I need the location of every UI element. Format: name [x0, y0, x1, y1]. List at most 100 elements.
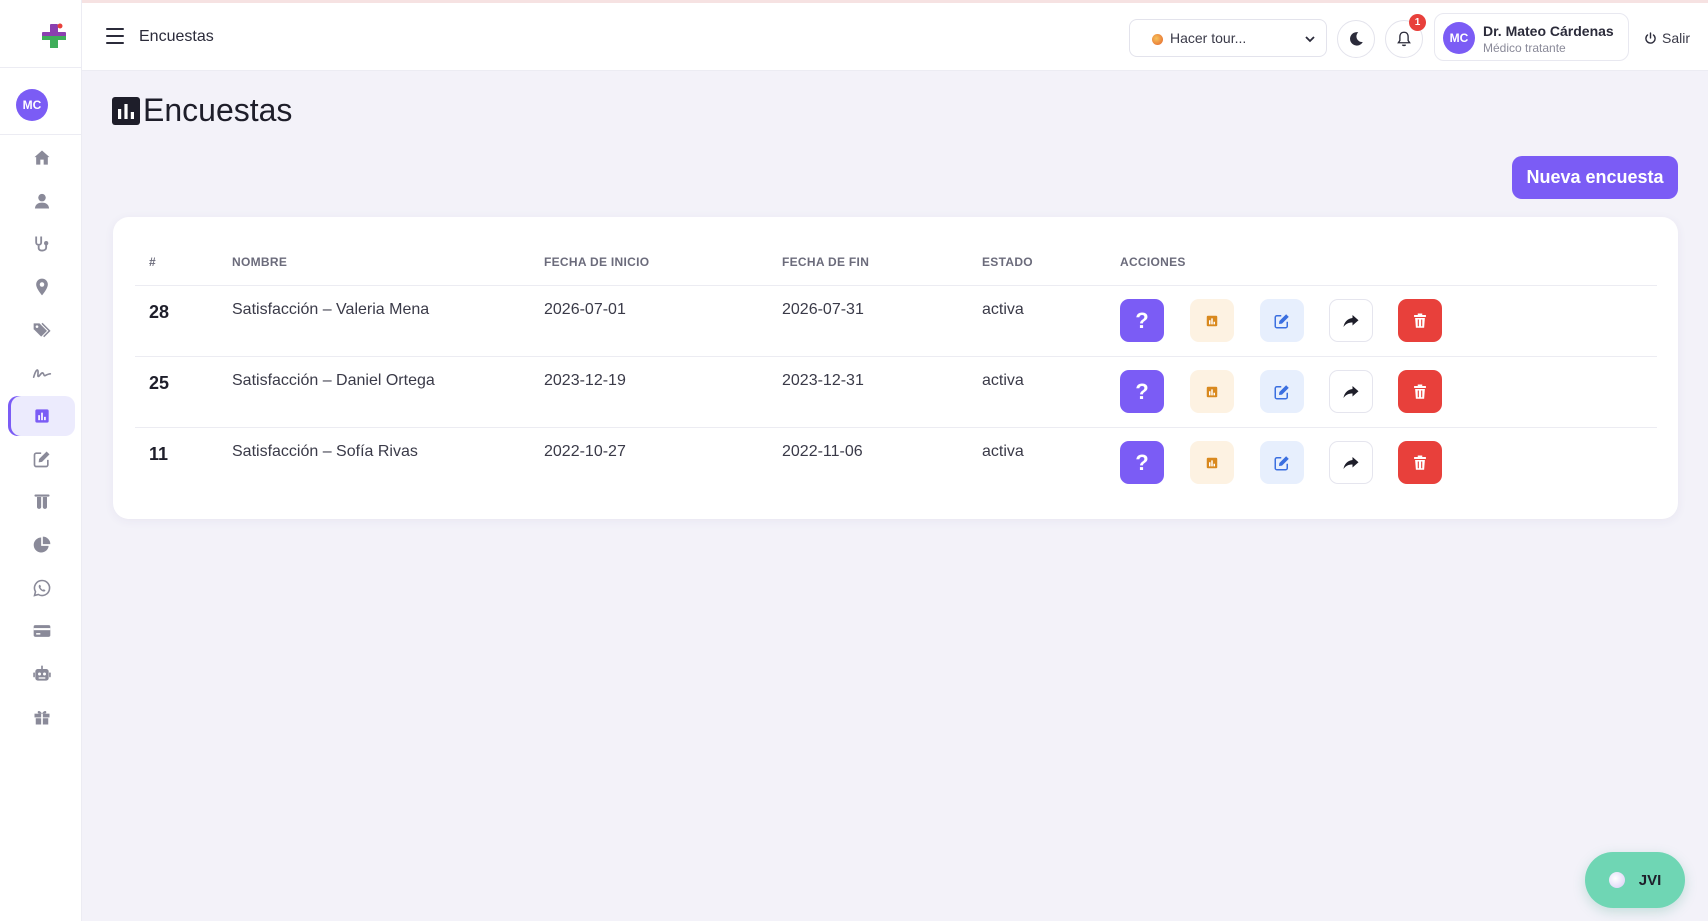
share-button[interactable]	[1329, 299, 1373, 342]
questions-button[interactable]: ?	[1120, 299, 1164, 342]
sidebar: MC	[0, 0, 82, 921]
sidebar-item-whatsapp[interactable]	[8, 568, 75, 608]
table-row: 11 Satisfacción – Sofía Rivas 2022-10-27…	[113, 428, 1678, 498]
share-icon	[1343, 456, 1359, 469]
surveys-table: # NOMBRE FECHA DE INICIO FECHA DE FIN ES…	[113, 217, 1678, 519]
chart-bar-icon	[1206, 315, 1218, 326]
chart-bar-icon	[1206, 457, 1218, 468]
sidebar-item-patients[interactable]	[8, 181, 75, 221]
sidebar-item-locations[interactable]	[8, 267, 75, 307]
edit-icon	[33, 451, 49, 468]
power-icon	[1645, 31, 1656, 44]
survey-id: 25	[149, 373, 170, 393]
delete-button[interactable]	[1398, 299, 1442, 342]
edit-button[interactable]	[1260, 370, 1304, 413]
survey-name: Satisfacción – Sofía Rivas	[232, 443, 418, 460]
delete-button[interactable]	[1398, 370, 1442, 413]
survey-start-date: 2026-07-01	[544, 301, 626, 318]
column-header-start: FECHA DE INICIO	[544, 255, 650, 269]
survey-name: Satisfacción – Daniel Ortega	[232, 372, 435, 389]
edit-button[interactable]	[1260, 441, 1304, 484]
tour-select-value: Hacer tour...	[1170, 30, 1247, 46]
stats-button[interactable]	[1190, 299, 1234, 342]
pie-chart-icon	[33, 536, 50, 553]
sidebar-item-forms[interactable]	[8, 439, 75, 479]
edit-button[interactable]	[1260, 299, 1304, 342]
questions-button[interactable]: ?	[1120, 441, 1164, 484]
edit-icon	[1274, 384, 1289, 399]
test-tubes-icon	[34, 494, 49, 509]
sidebar-item-lab[interactable]	[8, 482, 75, 522]
questions-button[interactable]: ?	[1120, 370, 1164, 413]
survey-id: 11	[149, 444, 169, 464]
dark-mode-toggle[interactable]	[1337, 20, 1375, 58]
survey-status: activa	[982, 443, 1024, 460]
table-row: 25 Satisfacción – Daniel Ortega 2023-12-…	[113, 357, 1678, 427]
credit-card-icon	[33, 625, 50, 637]
sidebar-item-gifts[interactable]	[8, 697, 75, 737]
sidebar-item-reports[interactable]	[8, 525, 75, 565]
stethoscope-icon	[34, 236, 48, 252]
assistant-chat-button[interactable]: JVI	[1585, 852, 1685, 908]
robot-icon	[32, 665, 51, 681]
chevron-down-icon	[1305, 36, 1315, 43]
sidebar-item-medical[interactable]	[8, 224, 75, 264]
edit-icon	[1274, 455, 1289, 470]
delete-button[interactable]	[1398, 441, 1442, 484]
page-title-text: Encuestas	[143, 92, 293, 128]
top-header: Encuestas Hacer tour... 1 MC Dr. Mateo C…	[82, 3, 1708, 71]
app-logo	[42, 23, 66, 48]
column-header-actions: ACCIONES	[1120, 255, 1186, 269]
column-header-name: NOMBRE	[232, 255, 288, 269]
survey-end-date: 2023-12-31	[782, 372, 864, 389]
logout-label: Salir	[1662, 30, 1691, 46]
signature-icon	[32, 369, 51, 378]
table-row: 28 Satisfacción – Valeria Mena 2026-07-0…	[113, 286, 1678, 356]
assistant-label: JVI	[1638, 871, 1662, 889]
hamburger-line	[106, 42, 124, 44]
header-title: Encuestas	[139, 28, 214, 45]
survey-name: Satisfacción – Valeria Mena	[232, 301, 430, 318]
hamburger-line	[106, 28, 124, 30]
sidebar-item-bot[interactable]	[8, 654, 75, 694]
sidebar-item-signature[interactable]	[8, 353, 75, 393]
sidebar-item-payments[interactable]	[8, 611, 75, 651]
survey-end-date: 2022-11-06	[782, 443, 863, 460]
share-icon	[1343, 385, 1359, 398]
notification-badge: 1	[1409, 14, 1426, 31]
survey-start-date: 2023-12-19	[544, 372, 626, 389]
survey-id: 28	[149, 302, 170, 322]
user-icon	[34, 193, 49, 209]
trash-icon	[1414, 384, 1426, 399]
column-header-end: FECHA DE FIN	[782, 255, 870, 269]
sidebar-item-home[interactable]	[8, 138, 75, 178]
survey-start-date: 2022-10-27	[544, 443, 626, 460]
tour-select[interactable]: Hacer tour...	[1129, 19, 1327, 57]
user-role: Médico tratante	[1483, 41, 1566, 55]
chart-bar-icon	[1206, 386, 1218, 397]
page-title: Encuestas	[112, 92, 292, 129]
chart-bar-icon	[34, 409, 49, 423]
menu-toggle-button[interactable]	[106, 28, 124, 44]
assistant-orb-icon	[1608, 872, 1625, 888]
sidebar-divider	[0, 134, 82, 135]
bell-icon	[1397, 31, 1411, 47]
question-icon: ?	[1135, 449, 1149, 475]
share-button[interactable]	[1329, 370, 1373, 413]
logout-button[interactable]: Salir	[1644, 30, 1690, 46]
column-header-id: #	[149, 255, 156, 269]
sidebar-item-tags[interactable]	[8, 310, 75, 350]
gift-icon	[34, 711, 49, 725]
sidebar-avatar[interactable]: MC	[16, 89, 48, 121]
stats-button[interactable]	[1190, 441, 1234, 484]
share-button[interactable]	[1329, 441, 1373, 484]
user-menu[interactable]: MC Dr. Mateo Cárdenas Médico tratante	[1434, 13, 1629, 61]
survey-status: activa	[982, 372, 1024, 389]
trash-icon	[1414, 455, 1426, 470]
new-survey-button[interactable]: Nueva encuesta	[1512, 156, 1678, 199]
survey-status: activa	[982, 301, 1024, 318]
sidebar-item-surveys[interactable]	[8, 396, 75, 436]
stats-button[interactable]	[1190, 370, 1234, 413]
sidebar-divider	[0, 67, 82, 68]
edit-icon	[1274, 313, 1289, 328]
